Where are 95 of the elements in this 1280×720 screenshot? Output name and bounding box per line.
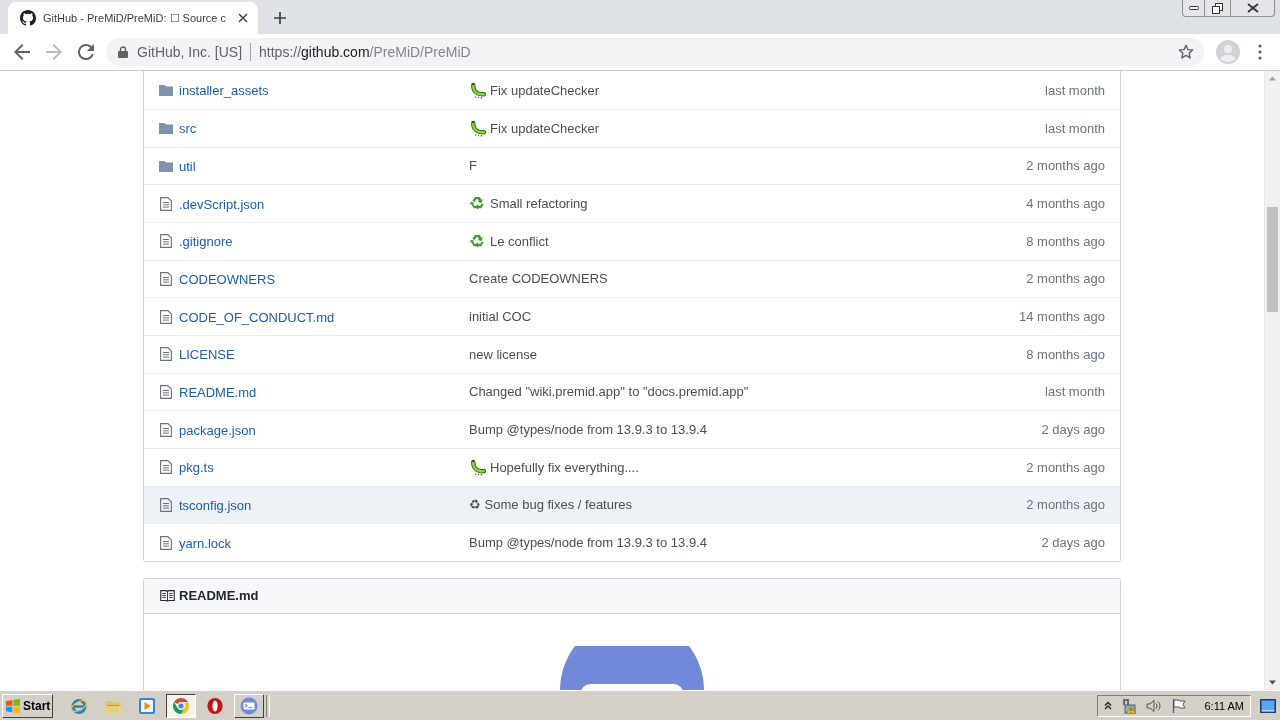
commit-age: 2 months ago (1026, 497, 1105, 513)
file-name-link[interactable]: LICENSE (179, 347, 235, 363)
commit-message-link[interactable]: Fix updateChecker (490, 82, 600, 98)
taskbar-app-button[interactable] (166, 693, 196, 718)
minimize-icon (1188, 5, 1199, 11)
commit-message-link[interactable]: Changed "wiki.premid.app" to "docs.premid.app" (469, 384, 749, 400)
file-row[interactable]: tsconfig.json ♻ Some bug fixes / features 2 months ago (144, 485, 1120, 524)
clock-text[interactable]: 6:11 AM (1204, 699, 1244, 712)
file-name-link[interactable]: package.json (179, 422, 256, 438)
file-name-link[interactable]: tsconfig.json (179, 497, 252, 513)
folder-icon (159, 159, 173, 173)
file-icon (159, 309, 173, 324)
console-icon (240, 696, 258, 715)
site-logo-icon (20, 10, 36, 26)
commit-message-link[interactable]: Bump @types/node from 13.9.3 to 13.9.4 (469, 422, 707, 438)
speaker-icon[interactable] (1146, 697, 1163, 714)
commit-age: 14 months ago (1019, 309, 1105, 325)
file-icon (159, 460, 173, 475)
play-icon (138, 696, 156, 715)
commit-age: last month (1045, 384, 1105, 400)
commit-age: 2 days ago (1041, 422, 1105, 438)
flag-icon[interactable] (1171, 697, 1188, 714)
commit-age: 8 months ago (1026, 233, 1105, 249)
start-button[interactable]: Start (2, 693, 53, 718)
close-icon (1246, 3, 1259, 13)
commit-age: 8 months ago (1026, 346, 1105, 362)
file-icon (159, 234, 173, 249)
commit-message-link[interactable]: Hopefully fix everything.... (490, 459, 639, 475)
commit-message-link[interactable]: initial COC (469, 309, 532, 325)
file-row[interactable]: yarn.lock Bump @types/node from 13.9.3 to 13.9.4 2 days ago (144, 523, 1120, 561)
lock-icon (118, 46, 128, 58)
commit-age: 2 months ago (1026, 158, 1105, 174)
commit-age: 4 months ago (1026, 196, 1105, 212)
file-name-link[interactable]: .gitignore (179, 234, 233, 250)
circle-logo-icon (172, 696, 190, 715)
start-logo-icon (5, 697, 21, 714)
commit-message-link[interactable]: Fix updateChecker (490, 120, 600, 136)
commit-message-link[interactable]: ♻ Some bug fixes / features (469, 497, 633, 513)
recycle-icon (469, 232, 486, 250)
caterpillar-icon (469, 119, 486, 137)
file-name-link[interactable]: .devScript.json (179, 196, 265, 212)
file-icon (159, 422, 173, 437)
ring-logo-icon (206, 696, 224, 715)
file-name-link[interactable]: CODE_OF_CONDUCT.md (179, 309, 335, 325)
caterpillar-icon (469, 81, 486, 99)
globe-ring-icon (70, 696, 88, 715)
commit-age: last month (1045, 120, 1105, 136)
readme-title: README.md (179, 588, 259, 604)
show-desktop-icon[interactable] (1260, 698, 1276, 713)
browser-tab[interactable]: GitHub - PreMiD/PreMiD: ☐ Source c (8, 2, 258, 34)
scrollbar-thumb[interactable] (1267, 207, 1278, 312)
file-icon (159, 271, 173, 286)
commit-message-link[interactable]: Create CODEOWNERS (469, 271, 608, 287)
file-icon (159, 497, 173, 512)
commit-age: 2 months ago (1026, 271, 1105, 287)
site-identity-text[interactable]: GitHub, Inc. [US] (137, 44, 243, 60)
restore-button[interactable] (1205, 0, 1231, 17)
file-icon (159, 196, 173, 211)
commit-message-link[interactable]: Bump @types/node from 13.9.3 to 13.9.4 (469, 535, 707, 551)
close-tab-icon[interactable] (238, 13, 248, 23)
plus-icon (274, 12, 286, 24)
network-warning-icon[interactable] (1121, 697, 1138, 714)
back-icon (14, 44, 30, 60)
caterpillar-icon (469, 458, 486, 476)
folder-icon (159, 83, 173, 97)
commit-message-link[interactable]: F (469, 158, 477, 174)
restore-icon (1212, 2, 1223, 14)
forward-icon (46, 44, 62, 60)
commit-age: last month (1045, 82, 1105, 98)
menu-icon[interactable] (1258, 44, 1262, 60)
file-name-link[interactable]: util (179, 159, 196, 174)
file-name-link[interactable]: src (179, 121, 197, 137)
commit-message-link[interactable]: new license (469, 346, 537, 362)
book-icon (160, 589, 175, 602)
url-text[interactable]: https://github.com/PreMiD/PreMiD (259, 44, 471, 60)
file-name-link[interactable]: yarn.lock (179, 535, 232, 551)
address-bar[interactable]: GitHub, Inc. [US] https://github.com/PreMiD/PreMiD (106, 38, 1204, 66)
reload-icon (78, 44, 94, 60)
expand-icon[interactable] (1104, 701, 1113, 710)
commit-message-link[interactable]: Le conflict (490, 233, 549, 249)
folder-icon (159, 121, 173, 136)
minimize-button[interactable] (1182, 0, 1205, 17)
bookmark-star-icon[interactable] (1178, 44, 1194, 60)
file-icon (159, 347, 173, 362)
file-name-link[interactable]: README.md (179, 384, 257, 400)
close-button[interactable] (1231, 0, 1275, 17)
file-icon (159, 535, 173, 550)
file-name-link[interactable]: pkg.ts (179, 460, 214, 476)
file-icon (159, 384, 173, 399)
commit-age: 2 months ago (1026, 459, 1105, 475)
file-name-link[interactable]: installer_assets (179, 83, 269, 98)
file-name-link[interactable]: CODEOWNERS (179, 271, 276, 287)
commit-message-link[interactable]: Small refactoring (490, 196, 588, 212)
commit-age: 2 days ago (1041, 535, 1105, 551)
scrollbar[interactable] (1264, 71, 1280, 690)
